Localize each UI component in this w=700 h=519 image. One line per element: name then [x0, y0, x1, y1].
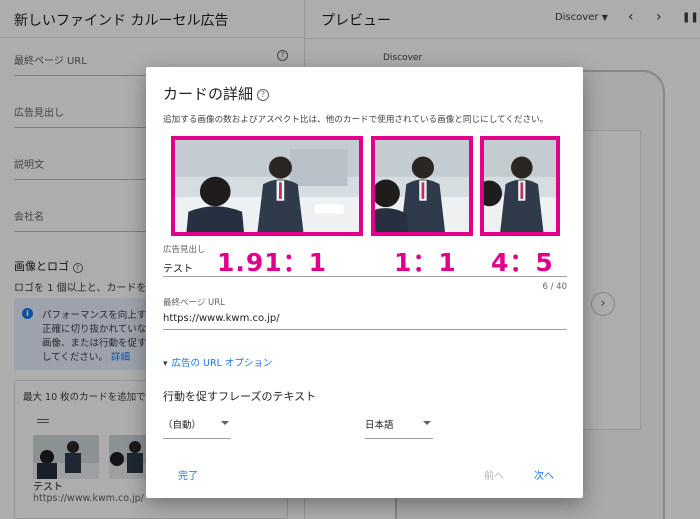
image-crop-landscape[interactable]	[171, 136, 363, 236]
ratio-label-landscape: 1.91：1	[217, 248, 328, 277]
done-button[interactable]: 完了	[178, 467, 198, 482]
previous-button[interactable]: 前へ	[484, 467, 504, 482]
help-icon[interactable]: ?	[257, 89, 270, 101]
next-button[interactable]: 次へ	[534, 467, 554, 482]
chevron-down-icon: ▾	[163, 359, 168, 369]
ratio-label-square: 1：1	[394, 248, 457, 277]
cta-section-title: 行動を促すフレーズのテキスト	[163, 390, 317, 403]
image-crop-square[interactable]	[371, 136, 473, 236]
url-options-toggle[interactable]: ▾ 広告の URL オプション	[163, 355, 272, 369]
final-url-label: 最終ページ URL	[163, 298, 225, 308]
headline-underline	[163, 276, 567, 277]
card-details-dialog: カードの詳細? 追加する画像の数およびアスペクト比は、他のカードで使用されている…	[146, 67, 583, 498]
final-url-underline	[163, 329, 567, 330]
headline-label: 広告見出し	[163, 245, 206, 255]
image-crop-portrait[interactable]	[480, 136, 560, 236]
ratio-label-portrait: 4：5	[491, 248, 554, 277]
dialog-description: 追加する画像の数およびアスペクト比は、他のカードで使用されている画像と同じにして…	[163, 115, 549, 125]
language-select[interactable]: 日本語	[365, 417, 433, 439]
dropdown-arrow-icon	[221, 421, 229, 425]
dialog-title: カードの詳細?	[163, 83, 270, 104]
dropdown-arrow-icon	[423, 421, 431, 425]
headline-counter: 6 / 40	[542, 282, 568, 292]
headline-input[interactable]: テスト	[163, 260, 193, 275]
final-url-input[interactable]: https://www.kwm.co.jp/	[163, 313, 280, 324]
cta-select[interactable]: （自動）	[163, 417, 231, 439]
